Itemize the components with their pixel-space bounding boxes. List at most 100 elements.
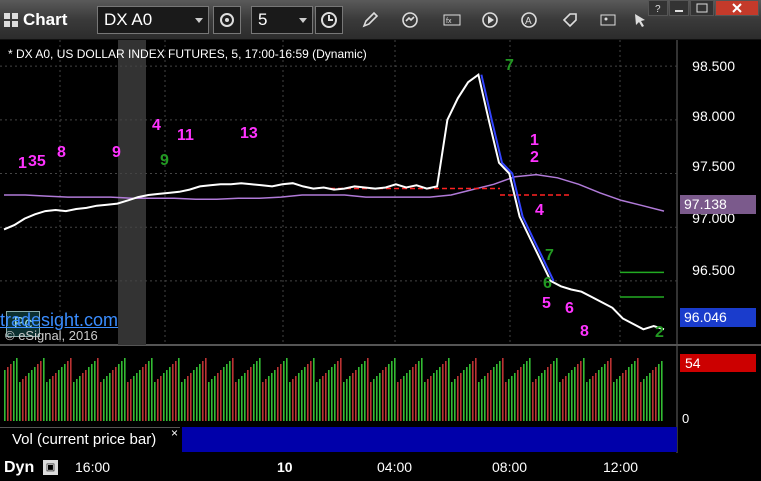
volume-bar	[580, 361, 582, 421]
settings-button[interactable]	[213, 6, 241, 34]
volume-bar	[64, 364, 66, 421]
cursor-icon[interactable]	[630, 10, 650, 30]
volume-bar	[109, 373, 111, 421]
chart-legend: * DX A0, US DOLLAR INDEX FUTURES, 5, 17:…	[8, 47, 367, 61]
count-label: 9	[112, 144, 121, 161]
symbol-input[interactable]: DX A0	[97, 6, 209, 34]
volume-bar	[58, 370, 60, 421]
volume-bar	[397, 382, 399, 421]
volume-bar	[607, 361, 609, 421]
volume-bar	[406, 373, 408, 421]
volume-bar	[73, 382, 75, 421]
volume-bar	[583, 358, 585, 421]
info-button[interactable]: ?	[648, 0, 668, 16]
count-label: 6	[565, 300, 574, 317]
maximize-button[interactable]	[690, 0, 714, 16]
volume-bar	[103, 379, 105, 421]
count-label: 4	[152, 117, 161, 134]
volume-bar	[316, 382, 318, 421]
close-icon[interactable]: ×	[171, 426, 178, 440]
chevron-down-icon[interactable]	[195, 18, 203, 23]
image-icon[interactable]	[598, 10, 618, 30]
volume-bar	[172, 364, 174, 421]
volume-bar	[31, 370, 33, 421]
volume-bar	[376, 376, 378, 421]
pencil-icon[interactable]	[360, 10, 380, 30]
volume-bar	[256, 361, 258, 421]
x-tick: 08:00	[492, 459, 528, 475]
volume-bar	[448, 358, 450, 421]
price-chart[interactable]: 1 358 9411 1397124765 68 2	[0, 40, 761, 481]
volume-bar	[361, 364, 363, 421]
svg-text:A: A	[525, 16, 532, 27]
play-icon[interactable]	[480, 10, 500, 30]
interval-input[interactable]: 5	[251, 6, 313, 34]
volume-bar	[289, 382, 291, 421]
volume-bar	[115, 367, 117, 421]
count-label: 7	[545, 247, 554, 264]
chevron-down-icon[interactable]	[299, 18, 307, 23]
count-label: 1	[18, 155, 27, 172]
time-axis[interactable]: Dyn ▣ 16:00 10 04:00 08:00 12:00	[0, 453, 761, 481]
volume-bars	[4, 358, 663, 421]
volume-bar	[52, 376, 54, 421]
volume-bar	[226, 364, 228, 421]
volume-bar	[124, 358, 126, 421]
volume-bar	[568, 373, 570, 421]
volume-bar	[538, 376, 540, 421]
volume-bar	[211, 379, 213, 421]
chart-panel[interactable]: 1 35 8 9 4 11 13 9 7 1 2 4 7 6 5 6 8 2 * DX A0, US DOLLAR…	[0, 40, 761, 481]
volume-bar	[415, 364, 417, 421]
volume-bar	[331, 367, 333, 421]
volume-bar	[202, 361, 204, 421]
volume-bar	[157, 379, 159, 421]
count-label: 6	[543, 275, 552, 292]
minimize-button[interactable]	[669, 0, 689, 16]
volume-bar	[592, 376, 594, 421]
tag-icon[interactable]	[560, 10, 580, 30]
volume-bar	[385, 367, 387, 421]
volume-bar	[169, 367, 171, 421]
volume-bar	[469, 364, 471, 421]
volume-bar	[334, 364, 336, 421]
volume-bar	[40, 361, 42, 421]
volume-bar	[268, 376, 270, 421]
volume-value-badge: 54	[680, 354, 756, 372]
x-tick: 16:00	[75, 459, 111, 475]
dynamic-mode-label[interactable]: Dyn	[4, 459, 34, 477]
volume-bar	[643, 379, 645, 421]
count-label: 9	[160, 152, 169, 169]
lock-icon[interactable]: ▣	[43, 460, 58, 475]
volume-bar	[292, 379, 294, 421]
volume-bar	[49, 379, 51, 421]
volume-bar	[136, 373, 138, 421]
volume-bar	[16, 358, 18, 421]
alert-icon[interactable]: A	[519, 10, 539, 30]
volume-bar	[229, 361, 231, 421]
ma-value-badge: 97.138	[680, 195, 756, 214]
close-button[interactable]	[715, 0, 759, 16]
x-tick: 12:00	[603, 459, 639, 475]
volume-bar	[352, 373, 354, 421]
volume-bar	[337, 361, 339, 421]
refresh-icon[interactable]	[400, 10, 420, 30]
volume-bar	[280, 364, 282, 421]
volume-study-title[interactable]: Vol (current price bar)	[0, 427, 180, 452]
volume-bar	[241, 376, 243, 421]
clock-button[interactable]	[315, 6, 343, 34]
close-icon	[732, 3, 742, 13]
volume-bar	[328, 370, 330, 421]
volume-bar	[133, 376, 135, 421]
volume-bar	[505, 382, 507, 421]
volume-bar	[70, 358, 72, 421]
svg-text:fx: fx	[446, 18, 452, 25]
y-tick: 98.000	[692, 108, 735, 124]
grid-icon	[4, 13, 18, 27]
volume-bar	[613, 382, 615, 421]
volume-bar	[394, 358, 396, 421]
count-label: 2	[655, 324, 664, 341]
volume-bar	[34, 367, 36, 421]
dxx-icon[interactable]: fx	[442, 10, 462, 30]
volume-bar	[259, 358, 261, 421]
volume-bar	[160, 376, 162, 421]
